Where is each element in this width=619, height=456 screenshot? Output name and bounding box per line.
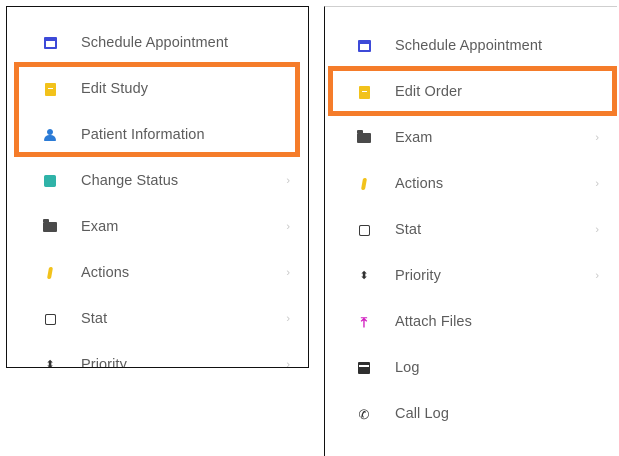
menu-item-label: Change Status xyxy=(81,173,179,189)
menu-item-attach-files[interactable]: ⤒ Attach Files xyxy=(325,299,617,345)
menu-item-exam[interactable]: Exam › xyxy=(7,204,308,250)
menu-item-label: Schedule Appointment xyxy=(81,35,229,51)
status-icon xyxy=(43,174,57,188)
left-context-menu: Schedule Appointment Edit Study Patient … xyxy=(6,6,309,368)
right-context-menu: Schedule Appointment Edit Order Exam › A… xyxy=(324,6,617,456)
menu-item-priority[interactable]: ⬍ Priority › xyxy=(325,253,617,299)
menu-item-actions[interactable]: Actions › xyxy=(7,250,308,296)
bolt-icon xyxy=(357,177,371,191)
archive-icon xyxy=(357,361,371,375)
menu-item-label: Stat xyxy=(81,311,108,327)
menu-item-label: Schedule Appointment xyxy=(395,38,543,54)
chevron-right-icon: › xyxy=(286,175,290,187)
folder-icon xyxy=(43,219,57,234)
file-icon xyxy=(357,85,371,99)
menu-item-label: Call Log xyxy=(395,406,449,422)
menu-item-schedule-appointment[interactable]: Schedule Appointment xyxy=(7,20,308,66)
calendar-icon xyxy=(43,36,57,50)
file-icon xyxy=(43,82,57,96)
folder-icon xyxy=(357,130,371,145)
chevron-right-icon: › xyxy=(286,313,290,325)
menu-item-schedule-appointment[interactable]: Schedule Appointment xyxy=(325,23,617,69)
checkbox-icon xyxy=(43,312,57,326)
menu-item-actions[interactable]: Actions › xyxy=(325,161,617,207)
menu-item-label: Priority xyxy=(81,357,127,368)
checkbox-icon xyxy=(357,223,371,237)
menu-item-edit-order[interactable]: Edit Order xyxy=(325,69,617,115)
menu-item-label: Exam xyxy=(81,219,119,235)
chevron-right-icon: › xyxy=(286,359,290,368)
phone-icon: ✆ xyxy=(358,406,370,422)
menu-item-label: Actions xyxy=(395,176,444,192)
upload-icon: ⤒ xyxy=(360,314,368,330)
sort-icon: ⬍ xyxy=(45,358,55,368)
chevron-right-icon: › xyxy=(595,132,599,144)
menu-item-exam[interactable]: Exam › xyxy=(325,115,617,161)
chevron-right-icon: › xyxy=(595,178,599,190)
menu-item-priority[interactable]: ⬍ Priority › xyxy=(7,342,308,368)
menu-item-stat[interactable]: Stat › xyxy=(7,296,308,342)
menu-item-change-status[interactable]: Change Status › xyxy=(7,158,308,204)
chevron-right-icon: › xyxy=(286,221,290,233)
sort-icon: ⬍ xyxy=(359,269,369,282)
person-icon xyxy=(43,128,57,142)
chevron-right-icon: › xyxy=(286,267,290,279)
menu-item-label: Log xyxy=(395,360,420,376)
menu-item-label: Priority xyxy=(395,268,441,284)
menu-item-label: Actions xyxy=(81,265,130,281)
menu-item-call-log[interactable]: ✆ Call Log xyxy=(325,391,617,437)
menu-item-label: Stat xyxy=(395,222,422,238)
bolt-icon xyxy=(43,266,57,280)
menu-item-edit-study[interactable]: Edit Study xyxy=(7,66,308,112)
menu-item-label: Attach Files xyxy=(395,314,472,330)
menu-item-label: Exam xyxy=(395,130,433,146)
menu-item-log[interactable]: Log xyxy=(325,345,617,391)
menu-item-stat[interactable]: Stat › xyxy=(325,207,617,253)
chevron-right-icon: › xyxy=(595,224,599,236)
menu-item-label: Edit Study xyxy=(81,81,149,97)
menu-item-label: Patient Information xyxy=(81,127,205,143)
menu-item-label: Edit Order xyxy=(395,84,463,100)
calendar-icon xyxy=(357,39,371,53)
menu-item-patient-information[interactable]: Patient Information xyxy=(7,112,308,158)
chevron-right-icon: › xyxy=(595,270,599,282)
